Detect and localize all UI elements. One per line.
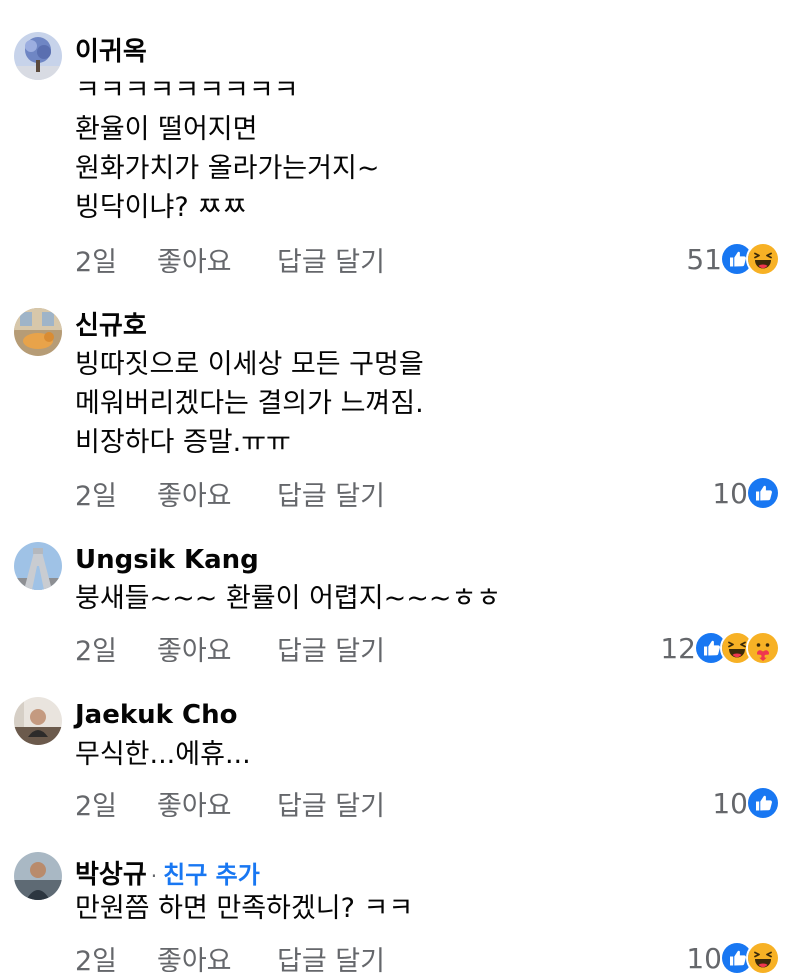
reaction-summary[interactable]: 10 bbox=[712, 475, 780, 511]
author-name[interactable]: 박상규 bbox=[75, 860, 147, 890]
like-button[interactable]: 좋아요 bbox=[157, 784, 277, 823]
reaction-summary[interactable]: 51 bbox=[686, 241, 780, 277]
avatar[interactable] bbox=[14, 308, 62, 356]
comment-time[interactable]: 2일 bbox=[75, 240, 157, 279]
reaction-summary[interactable]: 10 bbox=[686, 940, 780, 976]
comment-line: 비장하다 증말.ㅠㅠ bbox=[75, 427, 291, 458]
reply-button[interactable]: 답글 달기 bbox=[277, 939, 385, 978]
like-button[interactable]: 좋아요 bbox=[157, 939, 277, 978]
comment-time[interactable]: 2일 bbox=[75, 939, 157, 978]
reaction-summary[interactable]: 10 bbox=[712, 785, 780, 821]
reaction-count: 51 bbox=[686, 242, 722, 276]
reaction-count: 12 bbox=[660, 631, 696, 665]
avatar[interactable] bbox=[14, 697, 62, 745]
comment-time[interactable]: 2일 bbox=[75, 784, 157, 823]
comment-text: ㅋㅋㅋㅋㅋㅋㅋㅋㅋ 환율이 떨어지면 원화가치가 올라가는거지~ 빙닥이냐? ㅉ… bbox=[75, 71, 379, 227]
comment-line: 메워버리겠다는 결의가 느껴짐. bbox=[75, 388, 424, 419]
like-icon bbox=[746, 476, 780, 510]
comment-thread: 이귀옥 ㅋㅋㅋㅋㅋㅋㅋㅋㅋ 환율이 떨어지면 원화가치가 올라가는거지~ 빙닥이… bbox=[0, 0, 800, 978]
comment-line: 빙닥이냐? ㅉㅉ bbox=[75, 192, 247, 223]
author-name[interactable]: Jaekuk Cho bbox=[75, 700, 237, 730]
reaction-summary[interactable]: 12 bbox=[660, 630, 780, 666]
comment-time[interactable]: 2일 bbox=[75, 629, 157, 668]
comment-text: 무식한...에휴... bbox=[75, 735, 251, 774]
comment-line: 무식한...에휴... bbox=[75, 739, 251, 770]
like-button[interactable]: 좋아요 bbox=[157, 629, 277, 668]
reply-button[interactable]: 답글 달기 bbox=[277, 784, 385, 823]
comment-text: 만원쯤 하면 만족하겠니? ㅋㅋ bbox=[75, 889, 413, 928]
haha-icon bbox=[746, 941, 780, 975]
comment-line: 원화가치가 올라가는거지~ bbox=[75, 153, 380, 184]
reaction-count: 10 bbox=[712, 786, 748, 820]
author-name[interactable]: 신규호 bbox=[75, 311, 147, 341]
comment-line: 환율이 떨어지면 bbox=[75, 114, 258, 145]
like-button[interactable]: 좋아요 bbox=[157, 240, 277, 279]
avatar[interactable] bbox=[14, 542, 62, 590]
avatar[interactable] bbox=[14, 32, 62, 80]
author-name[interactable]: Ungsik Kang bbox=[75, 545, 259, 575]
like-icon bbox=[746, 786, 780, 820]
reaction-count: 10 bbox=[686, 941, 722, 975]
comment-line: 만원쯤 하면 만족하겠니? ㅋㅋ bbox=[75, 893, 414, 924]
author-name[interactable]: 이귀옥 bbox=[75, 37, 147, 67]
comment-text: 붕새들~~~ 환률이 어렵지~~~ㅎㅎ bbox=[75, 579, 501, 618]
comment-line: 붕새들~~~ 환률이 어렵지~~~ㅎㅎ bbox=[75, 583, 502, 614]
like-button[interactable]: 좋아요 bbox=[157, 474, 277, 513]
separator-dot: · bbox=[150, 864, 158, 888]
haha-icon bbox=[746, 242, 780, 276]
reply-button[interactable]: 답글 달기 bbox=[277, 629, 385, 668]
comment-line: 빙따짓으로 이세상 모든 구멍을 bbox=[75, 349, 424, 380]
avatar[interactable] bbox=[14, 852, 62, 900]
reaction-count: 10 bbox=[712, 476, 748, 510]
comment-text: 빙따짓으로 이세상 모든 구멍을 메워버리겠다는 결의가 느껴짐. 비장하다 증… bbox=[75, 345, 424, 462]
reply-button[interactable]: 답글 달기 bbox=[277, 240, 385, 279]
care-icon bbox=[746, 631, 780, 665]
comment-line: ㅋㅋㅋㅋㅋㅋㅋㅋㅋ bbox=[75, 75, 299, 106]
add-friend-link[interactable]: 친구 추가 bbox=[163, 855, 260, 890]
reply-button[interactable]: 답글 달기 bbox=[277, 474, 385, 513]
comment-time[interactable]: 2일 bbox=[75, 474, 157, 513]
